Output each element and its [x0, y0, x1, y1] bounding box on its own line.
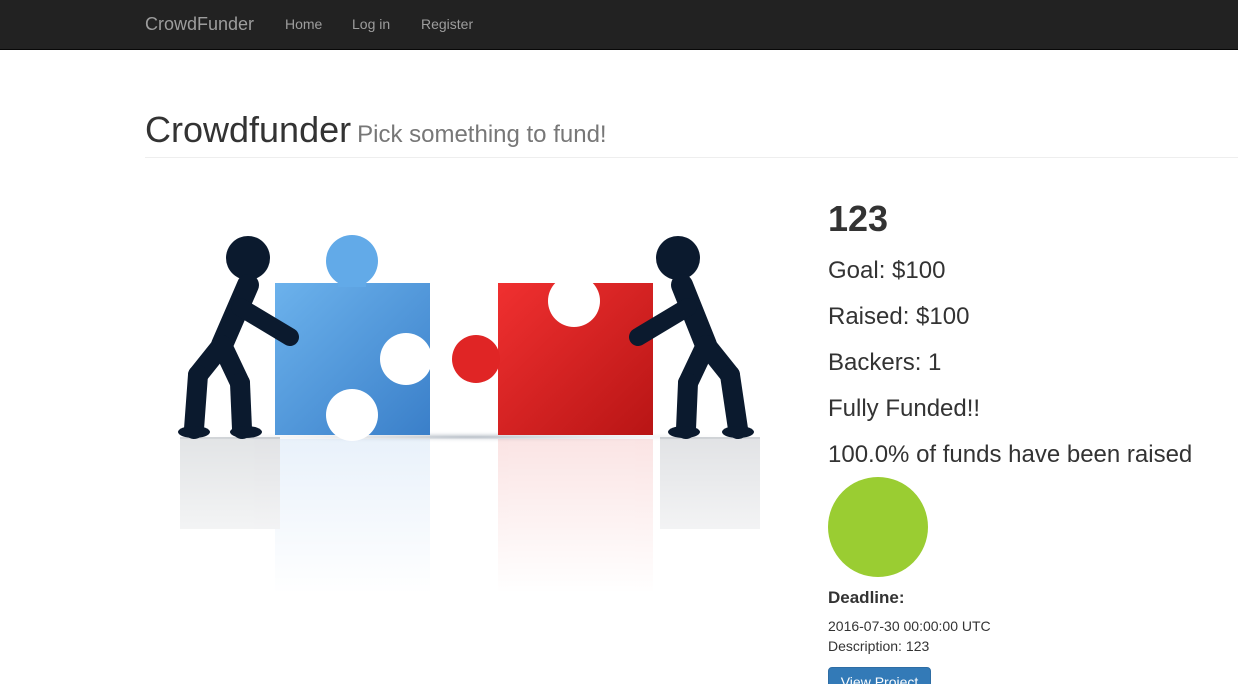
- view-project-button[interactable]: View Project: [828, 667, 931, 684]
- project-backers: Backers: 1: [828, 349, 942, 376]
- project-raised: Raised: $100: [828, 303, 970, 330]
- project-name: 123: [828, 198, 889, 239]
- nav-home-link[interactable]: Home: [285, 16, 322, 32]
- page-title: Crowdfunder Pick something to fund!: [145, 110, 607, 155]
- navbar: CrowdFunder Home Log in Register: [0, 0, 1238, 50]
- page-header: Crowdfunder Pick something to fund!: [145, 108, 1238, 158]
- page-title-text: Crowdfunder: [145, 109, 352, 150]
- deadline-label: Deadline:: [828, 588, 905, 607]
- red-puzzle-piece: [452, 275, 653, 435]
- funding-percent: 100.0% of funds have been raised: [828, 441, 1193, 468]
- page-subtitle: Pick something to fund!: [357, 121, 607, 148]
- deadline-value: 2016-07-30 00:00:00 UTC: [828, 618, 991, 634]
- funding-status-circle: [828, 477, 928, 577]
- project-goal: Goal: $100: [828, 257, 946, 284]
- nav-login-link[interactable]: Log in: [352, 16, 390, 32]
- description-value: 123: [905, 638, 930, 654]
- nav-register-link[interactable]: Register: [421, 16, 473, 32]
- right-stick-figure: [629, 236, 754, 439]
- left-stick-figure: [178, 236, 299, 439]
- project-image[interactable]: [160, 225, 780, 595]
- description: Description: 123: [828, 637, 929, 655]
- teamwork-puzzle-illustration: [160, 235, 780, 595]
- brand-link[interactable]: CrowdFunder: [145, 14, 254, 34]
- description-label: Description:: [828, 638, 902, 654]
- funding-status: Fully Funded!!: [828, 395, 981, 422]
